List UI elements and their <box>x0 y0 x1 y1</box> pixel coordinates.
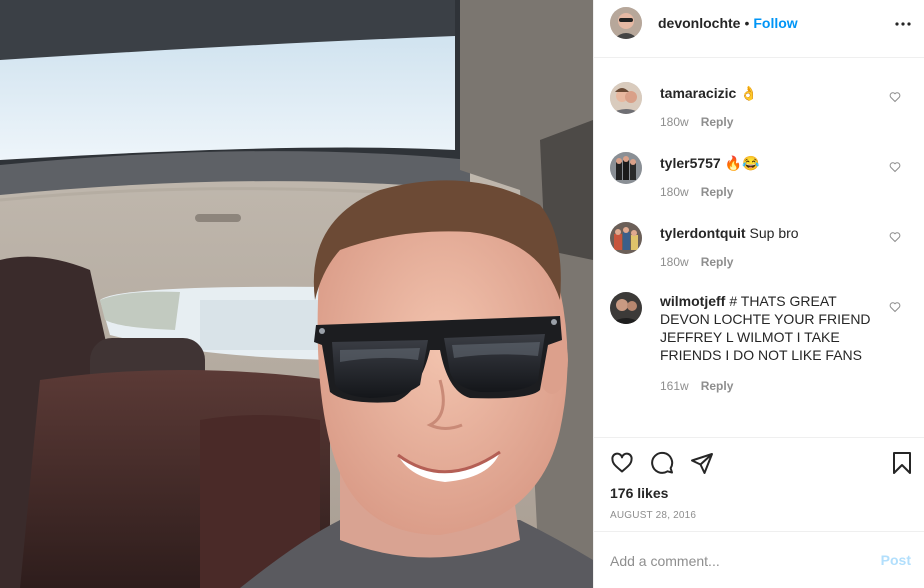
commenter-avatar[interactable] <box>610 292 642 324</box>
post-details-panel: devonlochte • Follow tamaracizic 👌 180w … <box>593 0 924 588</box>
comment-username[interactable]: tamaracizic <box>660 85 736 101</box>
comment-like-heart-icon[interactable] <box>889 231 901 243</box>
comment-age[interactable]: 180w <box>660 185 689 199</box>
header-separator: • <box>744 15 750 31</box>
send-icon[interactable] <box>690 451 714 475</box>
header-user-line: devonlochte • Follow <box>658 15 798 31</box>
commenter-avatar[interactable] <box>610 152 642 184</box>
post-comment-button[interactable]: Post <box>881 552 911 568</box>
comments-list[interactable]: tamaracizic 👌 180w Reply tyler5757 🔥😂 18… <box>594 59 924 437</box>
comment-username[interactable]: tylerdontquit <box>660 225 746 241</box>
reply-button[interactable]: Reply <box>701 115 734 129</box>
post-actions: 176 likes AUGUST 28, 2016 <box>594 437 924 531</box>
comment-meta: 180w Reply <box>660 185 745 199</box>
comment-meta: 180w Reply <box>660 115 745 129</box>
reply-button[interactable]: Reply <box>701 185 734 199</box>
commenter-avatar-image <box>610 82 642 114</box>
comment-text: 🔥😂 <box>724 155 760 171</box>
commenter-avatar-image <box>610 152 642 184</box>
comment-text-block: tyler5757 🔥😂 <box>660 154 878 172</box>
comment-like-heart-icon[interactable] <box>889 91 901 103</box>
comment-like-heart-icon[interactable] <box>889 301 901 313</box>
comment-age[interactable]: 180w <box>660 255 689 269</box>
comment-text-block: tylerdontquit Sup bro <box>660 224 878 242</box>
bookmark-icon[interactable] <box>890 451 914 475</box>
comment-text-block: wilmotjeff # THATS GREAT DEVON LOCHTE YOU… <box>660 292 878 364</box>
commenter-avatar-image <box>610 222 642 254</box>
comment-username[interactable]: wilmotjeff <box>660 293 725 309</box>
comment-username[interactable]: tyler5757 <box>660 155 721 171</box>
post-header: devonlochte • Follow <box>594 0 924 58</box>
comment-age[interactable]: 161w <box>660 379 689 393</box>
follow-button[interactable]: Follow <box>753 15 797 31</box>
commenter-avatar[interactable] <box>610 222 642 254</box>
post-photo[interactable] <box>0 0 593 588</box>
comment-meta: 180w Reply <box>660 255 745 269</box>
post-photo-image <box>0 0 593 588</box>
commenter-avatar-image <box>610 292 642 324</box>
commenter-avatar[interactable] <box>610 82 642 114</box>
comment-text: Sup bro <box>749 225 799 241</box>
author-username[interactable]: devonlochte <box>658 15 740 31</box>
author-avatar-image <box>610 7 642 39</box>
comment-icon[interactable] <box>650 451 674 475</box>
add-comment-section: Post <box>594 531 924 588</box>
comment-text: 👌 <box>740 85 758 101</box>
reply-button[interactable]: Reply <box>701 255 734 269</box>
likes-count[interactable]: 176 likes <box>610 485 668 501</box>
reply-button[interactable]: Reply <box>701 379 734 393</box>
comment-input[interactable] <box>610 550 860 572</box>
more-horizontal-icon[interactable] <box>895 16 911 32</box>
comment-meta: 161w Reply <box>660 379 745 393</box>
comment-like-heart-icon[interactable] <box>889 161 901 173</box>
post-date[interactable]: AUGUST 28, 2016 <box>610 510 696 521</box>
comment-text-block: tamaracizic 👌 <box>660 84 878 102</box>
author-avatar[interactable] <box>610 7 642 39</box>
heart-icon[interactable] <box>610 451 634 475</box>
comment-age[interactable]: 180w <box>660 115 689 129</box>
